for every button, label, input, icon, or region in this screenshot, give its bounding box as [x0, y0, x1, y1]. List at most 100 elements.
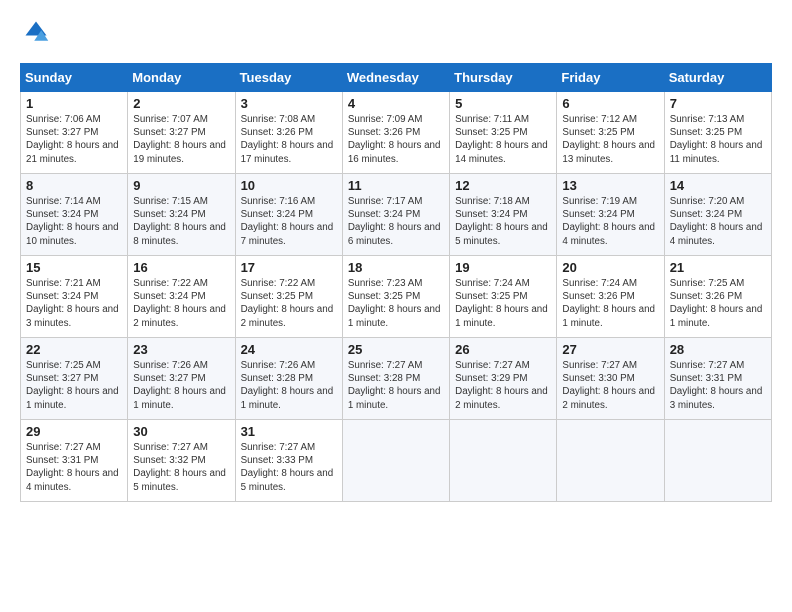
day-number: 29 — [26, 424, 122, 439]
day-info: Sunrise: 7:14 AM Sunset: 3:24 PM Dayligh… — [26, 195, 122, 248]
calendar-cell: 16 Sunrise: 7:22 AM Sunset: 3:24 PM Dayl… — [128, 256, 235, 338]
day-number: 2 — [133, 96, 229, 111]
calendar-week-row: 29 Sunrise: 7:27 AM Sunset: 3:31 PM Dayl… — [21, 420, 772, 502]
calendar-week-row: 8 Sunrise: 7:14 AM Sunset: 3:24 PM Dayli… — [21, 174, 772, 256]
day-number: 28 — [670, 342, 766, 357]
day-number: 11 — [348, 178, 444, 193]
calendar-cell: 31 Sunrise: 7:27 AM Sunset: 3:33 PM Dayl… — [235, 420, 342, 502]
day-info: Sunrise: 7:09 AM Sunset: 3:26 PM Dayligh… — [348, 113, 444, 166]
day-info: Sunrise: 7:27 AM Sunset: 3:30 PM Dayligh… — [562, 359, 658, 412]
day-number: 8 — [26, 178, 122, 193]
col-saturday: Saturday — [664, 64, 771, 92]
day-info: Sunrise: 7:27 AM Sunset: 3:33 PM Dayligh… — [241, 441, 337, 494]
day-info: Sunrise: 7:19 AM Sunset: 3:24 PM Dayligh… — [562, 195, 658, 248]
calendar-cell: 25 Sunrise: 7:27 AM Sunset: 3:28 PM Dayl… — [342, 338, 449, 420]
day-info: Sunrise: 7:22 AM Sunset: 3:25 PM Dayligh… — [241, 277, 337, 330]
calendar-cell: 1 Sunrise: 7:06 AM Sunset: 3:27 PM Dayli… — [21, 92, 128, 174]
day-number: 4 — [348, 96, 444, 111]
day-info: Sunrise: 7:08 AM Sunset: 3:26 PM Dayligh… — [241, 113, 337, 166]
day-number: 13 — [562, 178, 658, 193]
calendar-cell: 29 Sunrise: 7:27 AM Sunset: 3:31 PM Dayl… — [21, 420, 128, 502]
day-number: 16 — [133, 260, 229, 275]
day-info: Sunrise: 7:27 AM Sunset: 3:31 PM Dayligh… — [670, 359, 766, 412]
day-info: Sunrise: 7:16 AM Sunset: 3:24 PM Dayligh… — [241, 195, 337, 248]
calendar-cell: 11 Sunrise: 7:17 AM Sunset: 3:24 PM Dayl… — [342, 174, 449, 256]
col-wednesday: Wednesday — [342, 64, 449, 92]
day-info: Sunrise: 7:25 AM Sunset: 3:26 PM Dayligh… — [670, 277, 766, 330]
calendar-cell: 17 Sunrise: 7:22 AM Sunset: 3:25 PM Dayl… — [235, 256, 342, 338]
day-number: 3 — [241, 96, 337, 111]
calendar-week-row: 15 Sunrise: 7:21 AM Sunset: 3:24 PM Dayl… — [21, 256, 772, 338]
day-number: 9 — [133, 178, 229, 193]
page: Sunday Monday Tuesday Wednesday Thursday… — [0, 0, 792, 512]
day-info: Sunrise: 7:24 AM Sunset: 3:26 PM Dayligh… — [562, 277, 658, 330]
calendar-cell: 18 Sunrise: 7:23 AM Sunset: 3:25 PM Dayl… — [342, 256, 449, 338]
col-friday: Friday — [557, 64, 664, 92]
calendar-week-row: 22 Sunrise: 7:25 AM Sunset: 3:27 PM Dayl… — [21, 338, 772, 420]
day-number: 18 — [348, 260, 444, 275]
day-number: 20 — [562, 260, 658, 275]
calendar-cell: 4 Sunrise: 7:09 AM Sunset: 3:26 PM Dayli… — [342, 92, 449, 174]
calendar-cell: 2 Sunrise: 7:07 AM Sunset: 3:27 PM Dayli… — [128, 92, 235, 174]
day-number: 30 — [133, 424, 229, 439]
day-info: Sunrise: 7:15 AM Sunset: 3:24 PM Dayligh… — [133, 195, 229, 248]
day-number: 22 — [26, 342, 122, 357]
day-info: Sunrise: 7:13 AM Sunset: 3:25 PM Dayligh… — [670, 113, 766, 166]
calendar-cell: 3 Sunrise: 7:08 AM Sunset: 3:26 PM Dayli… — [235, 92, 342, 174]
day-info: Sunrise: 7:17 AM Sunset: 3:24 PM Dayligh… — [348, 195, 444, 248]
day-number: 25 — [348, 342, 444, 357]
day-info: Sunrise: 7:11 AM Sunset: 3:25 PM Dayligh… — [455, 113, 551, 166]
calendar-cell: 15 Sunrise: 7:21 AM Sunset: 3:24 PM Dayl… — [21, 256, 128, 338]
calendar-week-row: 1 Sunrise: 7:06 AM Sunset: 3:27 PM Dayli… — [21, 92, 772, 174]
calendar-cell: 9 Sunrise: 7:15 AM Sunset: 3:24 PM Dayli… — [128, 174, 235, 256]
calendar-cell: 20 Sunrise: 7:24 AM Sunset: 3:26 PM Dayl… — [557, 256, 664, 338]
col-sunday: Sunday — [21, 64, 128, 92]
day-info: Sunrise: 7:27 AM Sunset: 3:31 PM Dayligh… — [26, 441, 122, 494]
calendar-cell: 19 Sunrise: 7:24 AM Sunset: 3:25 PM Dayl… — [450, 256, 557, 338]
day-number: 15 — [26, 260, 122, 275]
day-number: 24 — [241, 342, 337, 357]
day-info: Sunrise: 7:26 AM Sunset: 3:27 PM Dayligh… — [133, 359, 229, 412]
calendar-cell: 8 Sunrise: 7:14 AM Sunset: 3:24 PM Dayli… — [21, 174, 128, 256]
header — [20, 18, 772, 51]
calendar-cell: 28 Sunrise: 7:27 AM Sunset: 3:31 PM Dayl… — [664, 338, 771, 420]
calendar-cell: 21 Sunrise: 7:25 AM Sunset: 3:26 PM Dayl… — [664, 256, 771, 338]
calendar-cell: 5 Sunrise: 7:11 AM Sunset: 3:25 PM Dayli… — [450, 92, 557, 174]
calendar-cell — [450, 420, 557, 502]
col-monday: Monday — [128, 64, 235, 92]
calendar-cell: 6 Sunrise: 7:12 AM Sunset: 3:25 PM Dayli… — [557, 92, 664, 174]
calendar-table: Sunday Monday Tuesday Wednesday Thursday… — [20, 63, 772, 502]
logo — [20, 18, 50, 51]
calendar-cell — [342, 420, 449, 502]
calendar-cell: 12 Sunrise: 7:18 AM Sunset: 3:24 PM Dayl… — [450, 174, 557, 256]
day-number: 21 — [670, 260, 766, 275]
day-info: Sunrise: 7:26 AM Sunset: 3:28 PM Dayligh… — [241, 359, 337, 412]
calendar-cell: 27 Sunrise: 7:27 AM Sunset: 3:30 PM Dayl… — [557, 338, 664, 420]
day-info: Sunrise: 7:23 AM Sunset: 3:25 PM Dayligh… — [348, 277, 444, 330]
calendar-cell: 22 Sunrise: 7:25 AM Sunset: 3:27 PM Dayl… — [21, 338, 128, 420]
calendar-cell: 23 Sunrise: 7:26 AM Sunset: 3:27 PM Dayl… — [128, 338, 235, 420]
day-number: 5 — [455, 96, 551, 111]
calendar-cell: 7 Sunrise: 7:13 AM Sunset: 3:25 PM Dayli… — [664, 92, 771, 174]
col-thursday: Thursday — [450, 64, 557, 92]
calendar-cell: 14 Sunrise: 7:20 AM Sunset: 3:24 PM Dayl… — [664, 174, 771, 256]
day-number: 27 — [562, 342, 658, 357]
day-info: Sunrise: 7:24 AM Sunset: 3:25 PM Dayligh… — [455, 277, 551, 330]
day-number: 10 — [241, 178, 337, 193]
day-number: 7 — [670, 96, 766, 111]
day-info: Sunrise: 7:27 AM Sunset: 3:32 PM Dayligh… — [133, 441, 229, 494]
day-number: 12 — [455, 178, 551, 193]
calendar-cell: 10 Sunrise: 7:16 AM Sunset: 3:24 PM Dayl… — [235, 174, 342, 256]
day-number: 31 — [241, 424, 337, 439]
day-info: Sunrise: 7:27 AM Sunset: 3:29 PM Dayligh… — [455, 359, 551, 412]
day-info: Sunrise: 7:06 AM Sunset: 3:27 PM Dayligh… — [26, 113, 122, 166]
day-info: Sunrise: 7:12 AM Sunset: 3:25 PM Dayligh… — [562, 113, 658, 166]
calendar-cell: 24 Sunrise: 7:26 AM Sunset: 3:28 PM Dayl… — [235, 338, 342, 420]
day-info: Sunrise: 7:07 AM Sunset: 3:27 PM Dayligh… — [133, 113, 229, 166]
calendar-cell: 30 Sunrise: 7:27 AM Sunset: 3:32 PM Dayl… — [128, 420, 235, 502]
logo-icon — [22, 18, 50, 46]
day-info: Sunrise: 7:18 AM Sunset: 3:24 PM Dayligh… — [455, 195, 551, 248]
day-number: 17 — [241, 260, 337, 275]
day-number: 14 — [670, 178, 766, 193]
day-info: Sunrise: 7:21 AM Sunset: 3:24 PM Dayligh… — [26, 277, 122, 330]
